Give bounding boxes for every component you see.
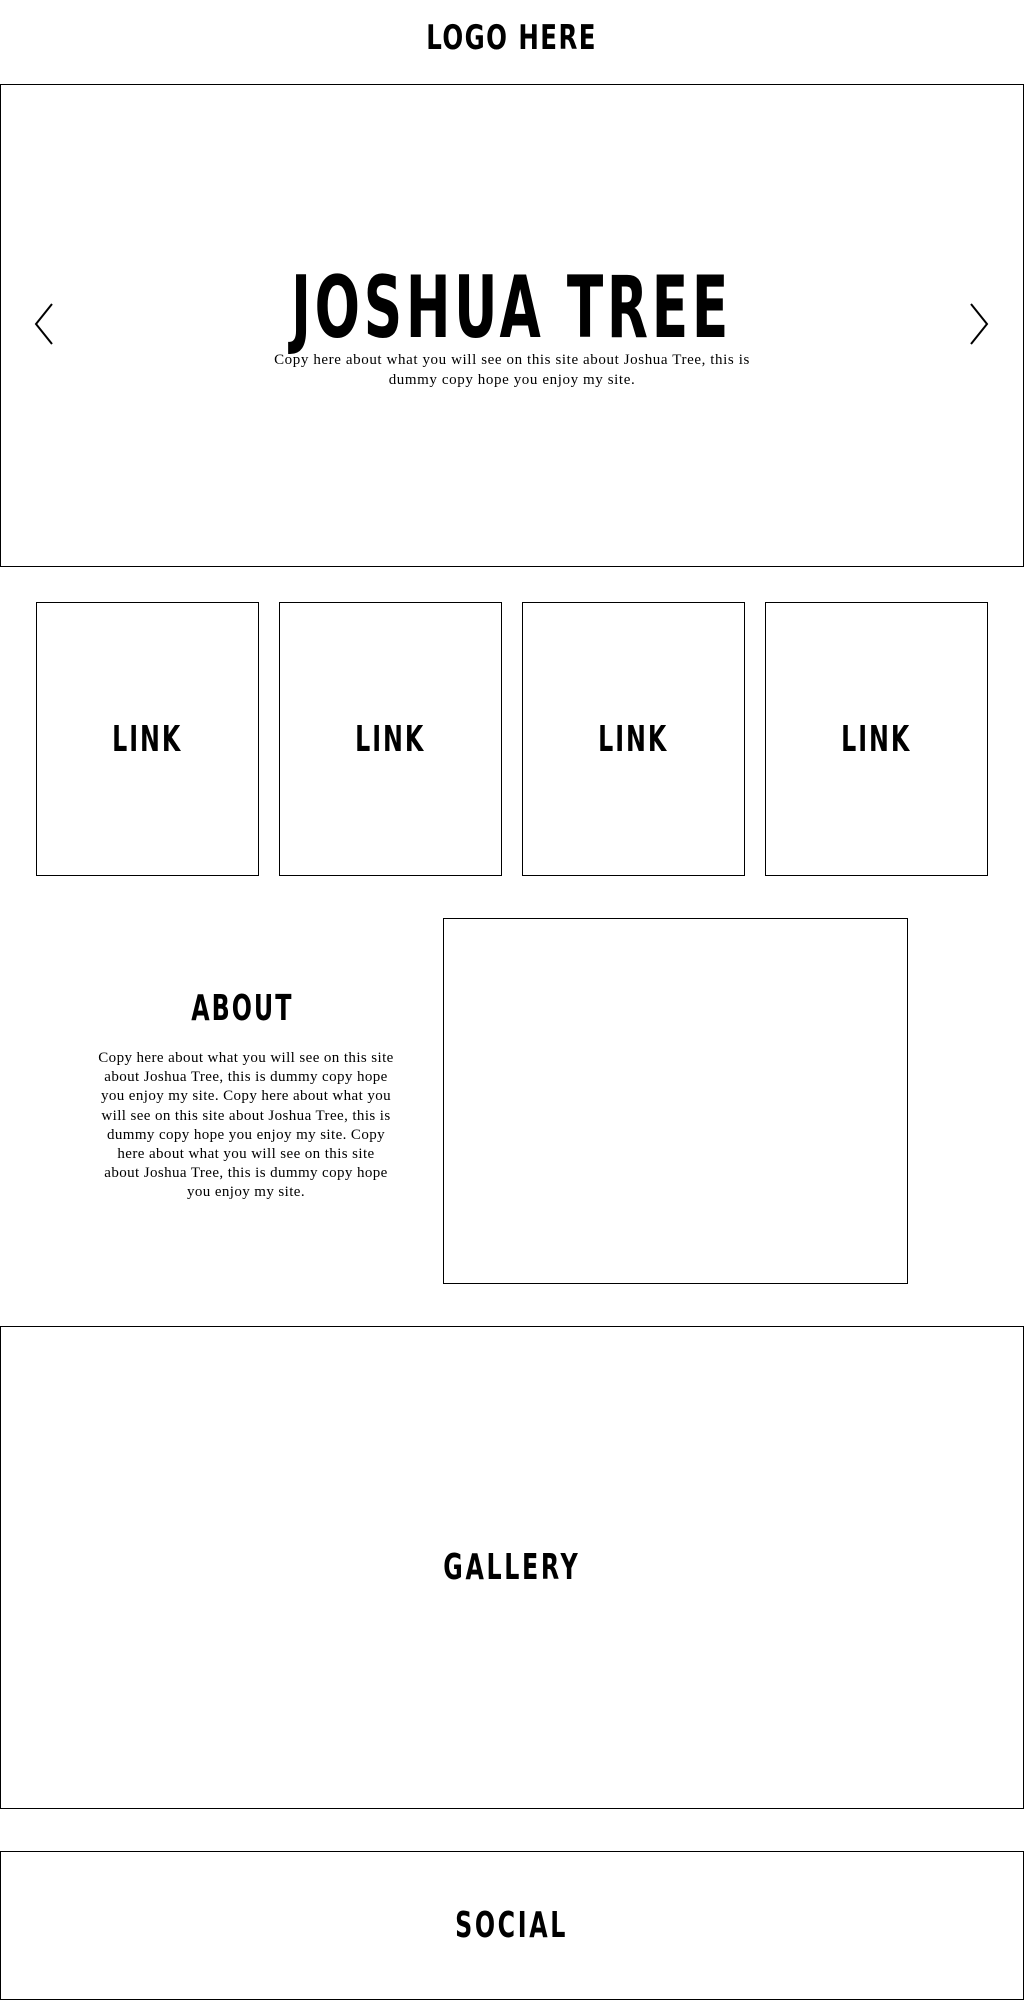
about-title: ABOUT <box>190 988 294 1029</box>
link-label: LINK <box>841 718 912 760</box>
link-tile-1[interactable]: LINK <box>36 602 259 876</box>
link-tile-3[interactable]: LINK <box>522 602 745 876</box>
social-label: SOCIAL <box>455 1905 569 1946</box>
about-title-wrap: ABOUT <box>92 988 392 1029</box>
social-section[interactable]: SOCIAL <box>0 1851 1024 2000</box>
about-image-placeholder <box>443 918 908 1284</box>
link-label: LINK <box>598 718 669 760</box>
about-copy: Copy here about what you will see on thi… <box>98 1050 394 1201</box>
chevron-right-icon <box>970 303 989 345</box>
hero-title: JOSHUA TREE <box>291 258 733 358</box>
hero-title-wrap: JOSHUA TREE <box>0 265 1024 351</box>
link-label: LINK <box>355 718 426 760</box>
hero-copy: Copy here about what you will see on thi… <box>274 352 750 388</box>
logo-text: LOGO HERE <box>426 18 598 58</box>
next-slide-button[interactable] <box>967 302 991 346</box>
chevron-left-icon <box>34 303 53 345</box>
gallery-section[interactable]: GALLERY <box>0 1326 1024 1809</box>
link-tile-2[interactable]: LINK <box>279 602 502 876</box>
link-tile-4[interactable]: LINK <box>765 602 988 876</box>
prev-slide-button[interactable] <box>32 302 56 346</box>
logo[interactable]: LOGO HERE <box>0 18 1024 58</box>
gallery-label: GALLERY <box>443 1547 581 1588</box>
link-label: LINK <box>112 718 183 760</box>
